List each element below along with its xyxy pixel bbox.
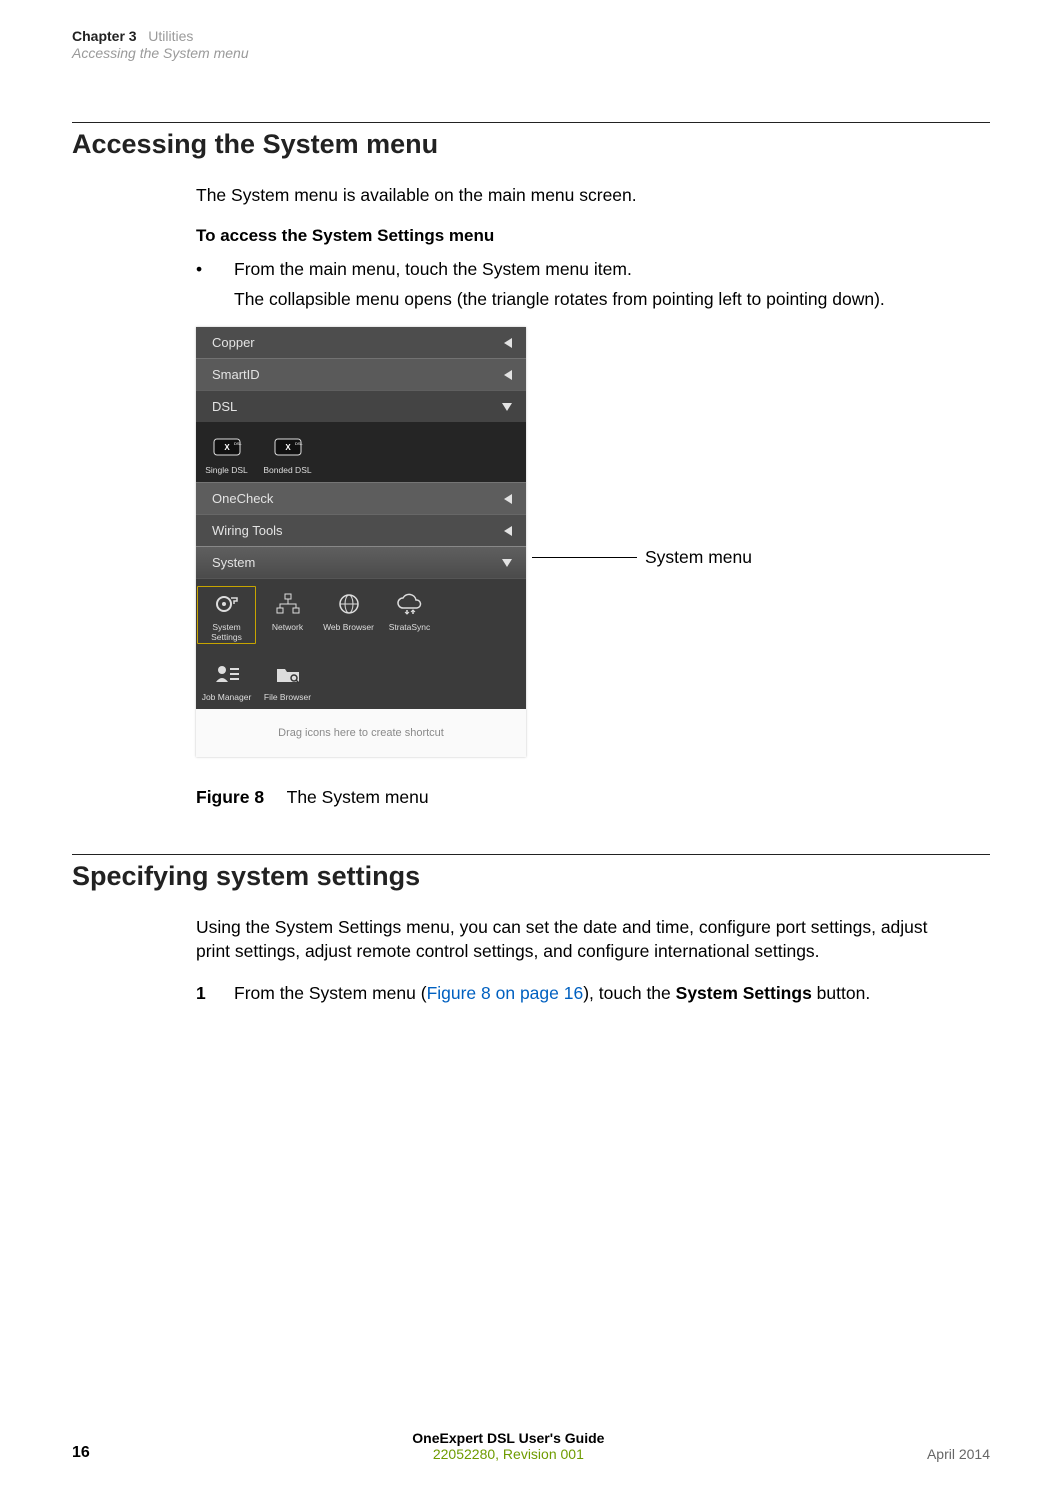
network-icon [268, 589, 308, 619]
icon-bonded-dsl[interactable]: X DSL Bonded DSL [257, 428, 318, 478]
menu-label: Wiring Tools [212, 523, 283, 538]
icon-label: System Settings [211, 622, 242, 642]
menu-label: System [212, 555, 255, 570]
menu-item-wiring[interactable]: Wiring Tools [196, 514, 526, 546]
menu-label: SmartID [212, 367, 260, 382]
figure-caption-text: The System menu [287, 787, 429, 807]
icon-label: Network [272, 622, 303, 632]
svg-text:DSL: DSL [234, 441, 243, 446]
icon-label: Bonded DSL [263, 465, 311, 475]
chapter-name: Utilities [140, 28, 193, 44]
menu-item-onecheck[interactable]: OneCheck [196, 482, 526, 514]
chevron-left-icon [504, 370, 512, 380]
figure-caption: Figure 8 The System menu [196, 787, 990, 808]
menu-item-smartid[interactable]: SmartID [196, 358, 526, 390]
svg-text:X: X [224, 443, 230, 452]
svg-text:X: X [285, 443, 291, 452]
page-footer: 16 OneExpert DSL User's Guide 22052280, … [0, 1430, 1050, 1462]
icon-label: File Browser [264, 692, 311, 702]
chevron-down-icon [502, 559, 512, 567]
bullet-marker: • [196, 258, 234, 317]
callout-system-menu: System menu [532, 547, 752, 568]
menu-label: DSL [212, 399, 237, 414]
header-subsection: Accessing the System menu [72, 45, 249, 61]
callout-label: System menu [645, 547, 752, 568]
step-1: 1 From the System menu (Figure 8 on page… [196, 982, 960, 1006]
menu-item-system[interactable]: System [196, 546, 526, 578]
footer-date: April 2014 [927, 1446, 990, 1462]
section-title-accessing: Accessing the System menu [72, 122, 990, 160]
chapter-label: Chapter 3 [72, 28, 137, 44]
cross-reference-link[interactable]: Figure 8 on page 16 [427, 983, 584, 1003]
figure-number: Figure 8 [196, 787, 264, 807]
page-header: Chapter 3 Utilities Accessing the System… [72, 28, 990, 62]
intro-paragraph: The System menu is available on the main… [196, 184, 960, 208]
system-icon-row-1: System Settings Network Web Browser [196, 578, 526, 649]
footer-doc-id: 22052280, Revision 001 [90, 1446, 927, 1462]
icon-single-dsl[interactable]: X DSL Single DSL [196, 428, 257, 478]
svg-text:DSL: DSL [295, 441, 304, 446]
chevron-left-icon [504, 494, 512, 504]
step-text: From the System menu (Figure 8 on page 1… [234, 982, 870, 1006]
globe-icon [329, 589, 369, 619]
bullet-line-2: The collapsible menu opens (the triangle… [234, 288, 960, 312]
folder-search-icon [268, 659, 308, 689]
icon-label: Job Manager [202, 692, 252, 702]
figure-block: Copper SmartID DSL X DSL Single DSL [196, 327, 990, 757]
step-number: 1 [196, 982, 234, 1006]
bullet-line-1: From the main menu, touch the System men… [234, 258, 960, 282]
procedure-subhead: To access the System Settings menu [196, 225, 960, 248]
icon-job-manager[interactable]: Job Manager [196, 655, 257, 705]
callout-line [532, 557, 637, 558]
system-icon-row-2: Job Manager File Browser [196, 649, 526, 709]
person-list-icon [207, 659, 247, 689]
section-title-specifying: Specifying system settings [72, 854, 990, 892]
icon-label: Single DSL [205, 465, 248, 475]
icon-label: Web Browser [323, 622, 374, 632]
menu-item-copper[interactable]: Copper [196, 327, 526, 358]
dsl-icon-row: X DSL Single DSL X DSL Bonded DSL [196, 422, 526, 482]
drag-hint: Drag icons here to create shortcut [196, 709, 526, 757]
cloud-sync-icon [390, 589, 430, 619]
gear-icon [207, 589, 247, 619]
dsl-bonded-icon: X DSL [268, 432, 308, 462]
menu-label: Copper [212, 335, 255, 350]
chevron-left-icon [504, 526, 512, 536]
icon-stratasync[interactable]: StrataSync [379, 585, 440, 645]
procedure-bullet: • From the main menu, touch the System m… [196, 258, 960, 317]
icon-web-browser[interactable]: Web Browser [318, 585, 379, 645]
chevron-down-icon [502, 403, 512, 411]
section2-intro: Using the System Settings menu, you can … [196, 916, 960, 963]
chevron-left-icon [504, 338, 512, 348]
icon-network[interactable]: Network [257, 585, 318, 645]
footer-guide-title: OneExpert DSL User's Guide [90, 1430, 927, 1446]
menu-item-dsl[interactable]: DSL [196, 390, 526, 422]
icon-label: StrataSync [389, 622, 431, 632]
menu-label: OneCheck [212, 491, 273, 506]
device-screenshot: Copper SmartID DSL X DSL Single DSL [196, 327, 526, 757]
icon-file-browser[interactable]: File Browser [257, 655, 318, 705]
page-number: 16 [72, 1444, 90, 1462]
icon-system-settings[interactable]: System Settings [196, 585, 257, 645]
dsl-single-icon: X DSL [207, 432, 247, 462]
system-settings-bold: System Settings [676, 983, 812, 1003]
